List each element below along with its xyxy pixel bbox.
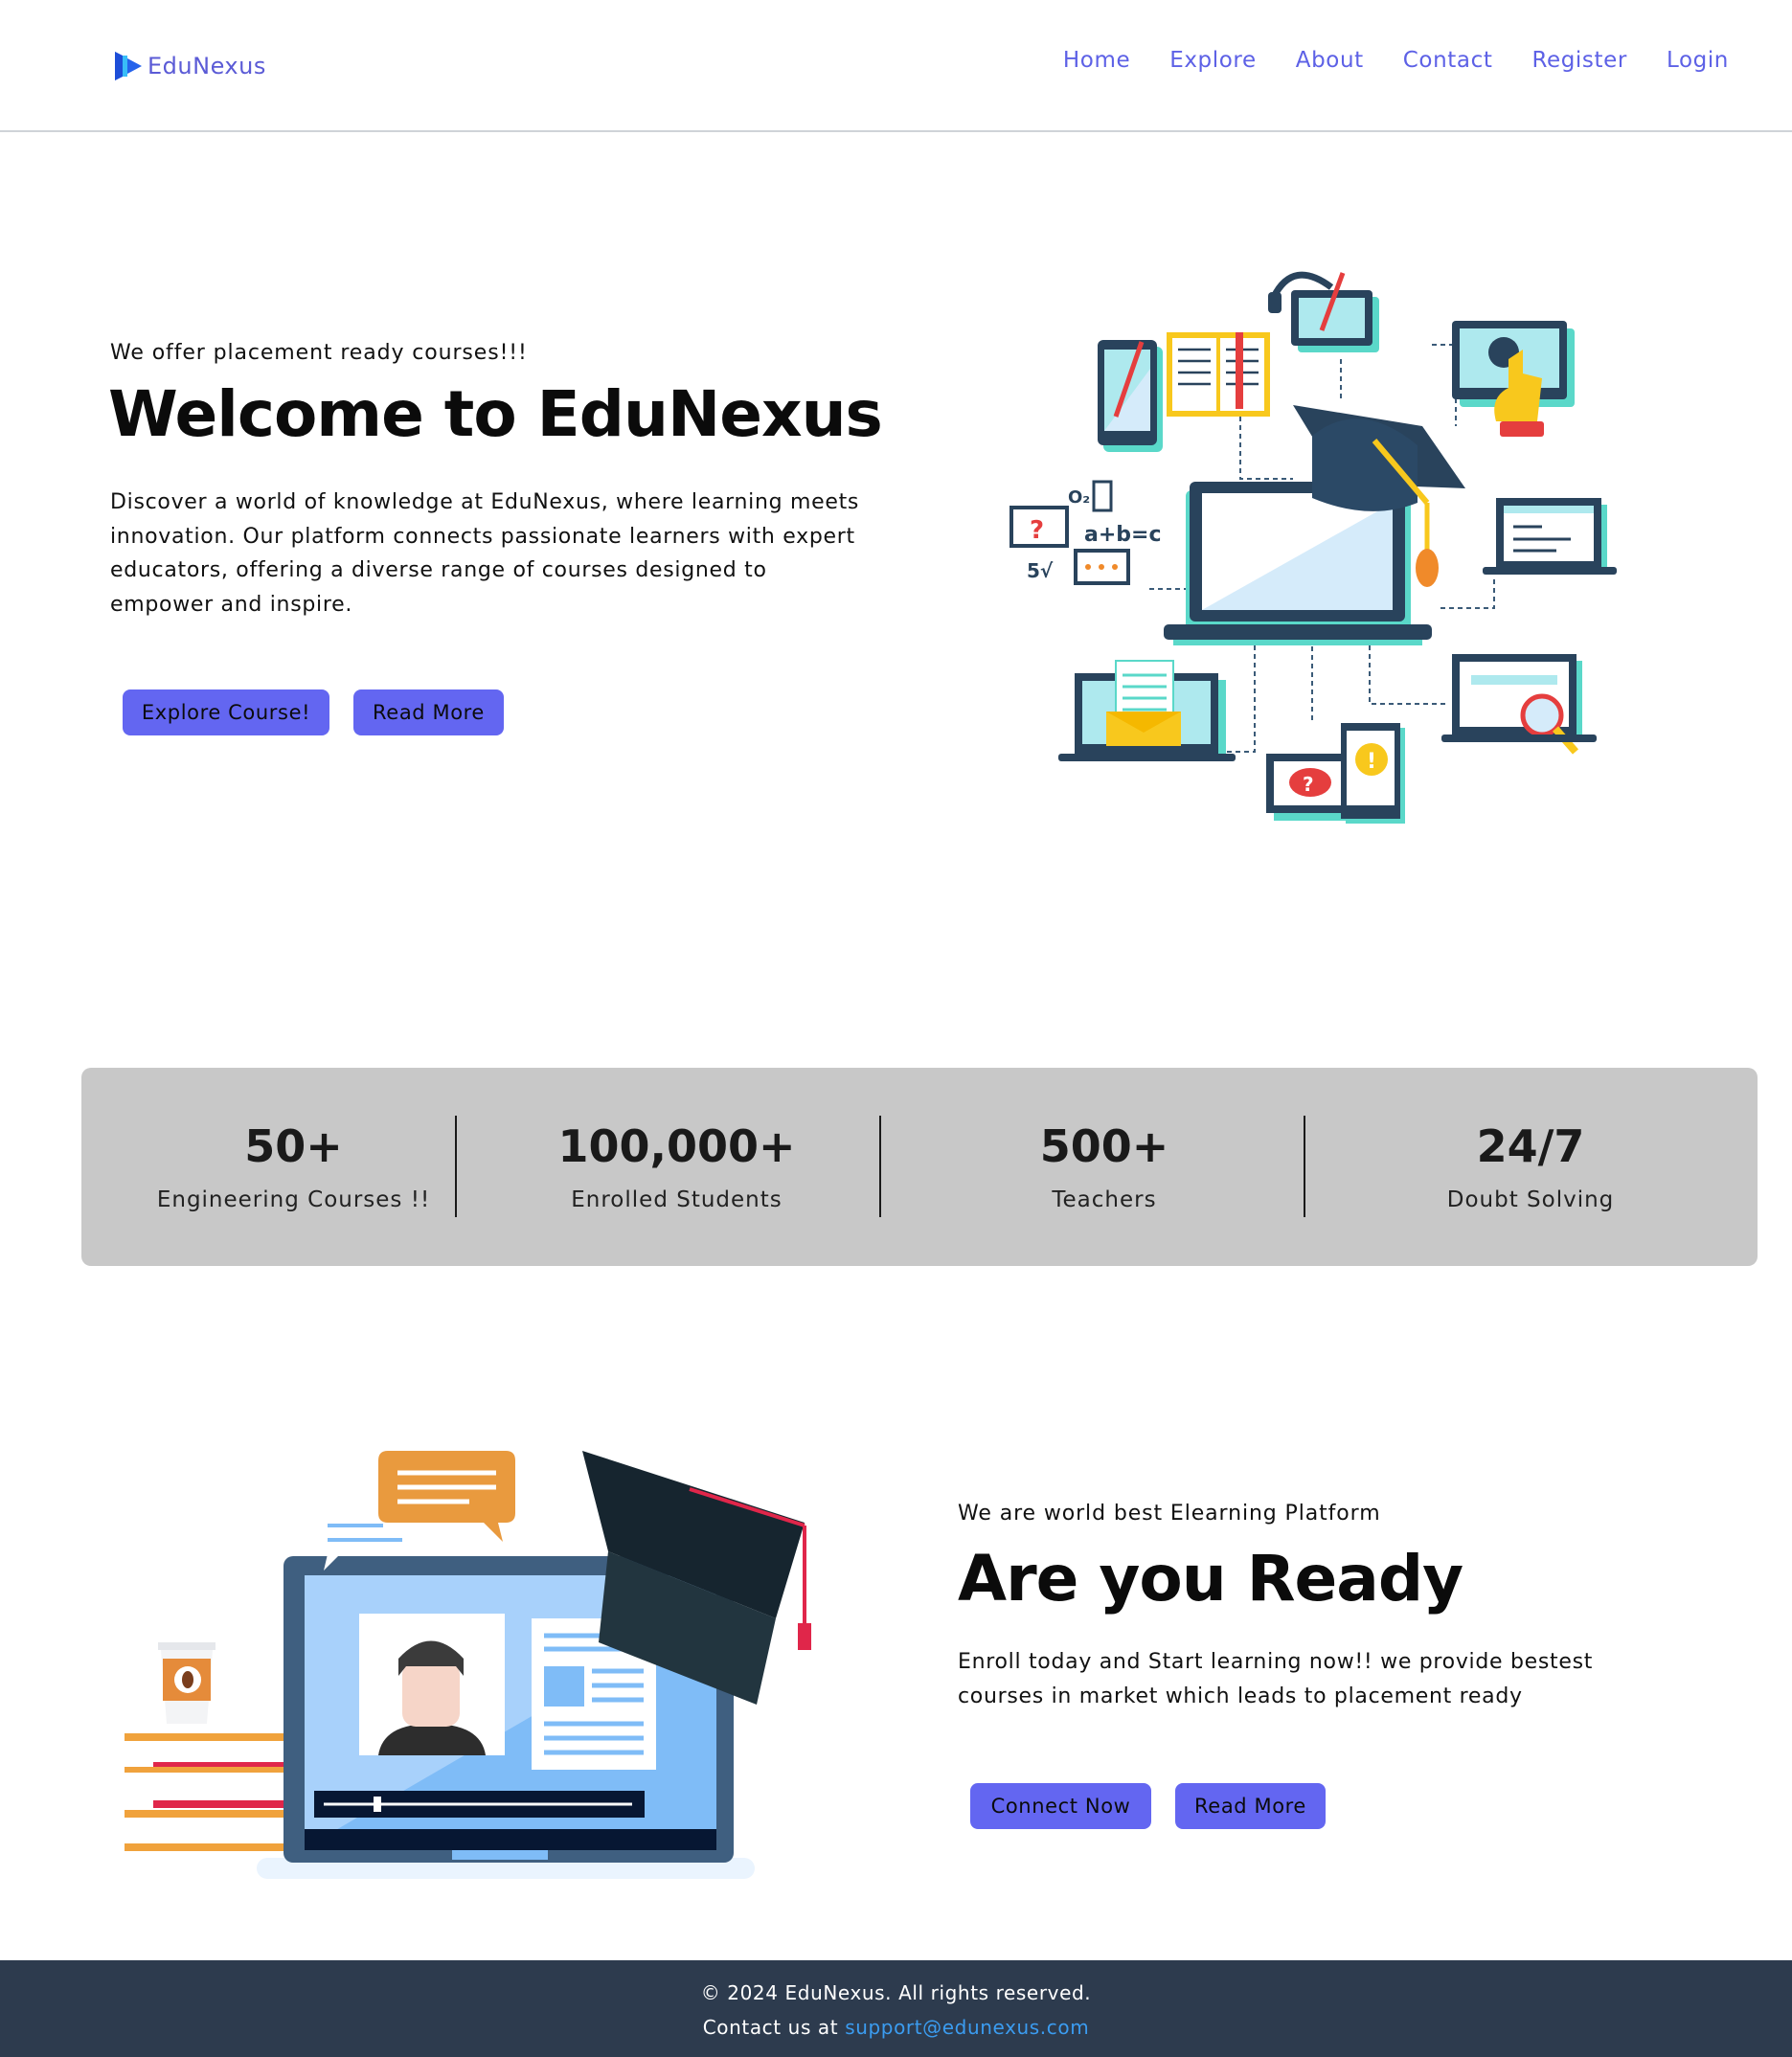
ready-read-more-button[interactable]: Read More (1175, 1783, 1326, 1829)
elearning-network-illustration: ? O₂ a+b=c 5√ ? ! (1009, 271, 1617, 824)
hero-tagline: We offer placement ready courses!!! (110, 341, 528, 365)
stat-doubt-solving: 24/7 Doubt Solving (1358, 1068, 1703, 1266)
stat-courses-value: 50+ (244, 1120, 343, 1172)
brand-logo[interactable]: EduNexus (113, 50, 266, 82)
stat-teachers-value: 500+ (1039, 1120, 1169, 1172)
footer-contact-line: Contact us at support@edunexus.com (0, 2016, 1792, 2039)
brand-name: EduNexus (147, 53, 266, 79)
stat-divider (879, 1116, 881, 1217)
ready-tagline: We are world best Elearning Platform (958, 1502, 1381, 1526)
stat-students-label: Enrolled Students (571, 1187, 783, 1212)
hero-title: Welcome to EduNexus (108, 377, 883, 451)
hero-description: Discover a world of knowledge at EduNexu… (110, 490, 860, 617)
svg-text:O₂: O₂ (1068, 487, 1090, 508)
online-class-laptop-illustration (125, 1451, 811, 1879)
nav-contact-link[interactable]: Contact (1403, 48, 1493, 73)
nav-about-link[interactable]: About (1296, 48, 1364, 73)
stats-panel: 50+ Engineering Courses !! 100,000+ Enro… (81, 1068, 1758, 1266)
svg-text:a+b=c: a+b=c (1084, 523, 1162, 547)
ready-description: Enroll today and Start learning now!! we… (958, 1650, 1594, 1708)
play-book-icon (115, 52, 142, 80)
hero-read-more-button[interactable]: Read More (353, 689, 504, 735)
stat-students: 100,000+ Enrolled Students (506, 1068, 848, 1266)
explore-course-button[interactable]: Explore Course! (123, 689, 329, 735)
svg-text:5√: 5√ (1027, 559, 1054, 582)
footer: © 2024 EduNexus. All rights reserved. Co… (0, 1960, 1792, 2057)
stat-teachers-label: Teachers (1052, 1187, 1157, 1212)
footer-copyright: © 2024 EduNexus. All rights reserved. (700, 1981, 1092, 2004)
stat-divider (455, 1116, 457, 1217)
svg-text:?: ? (1030, 516, 1044, 545)
stat-courses-label: Engineering Courses !! (156, 1187, 431, 1212)
svg-text:?: ? (1303, 773, 1314, 796)
stat-courses: 50+ Engineering Courses !! (81, 1068, 506, 1266)
ready-title: Are you Ready (958, 1542, 1463, 1616)
stat-doubt-label: Doubt Solving (1446, 1187, 1615, 1212)
connect-now-button[interactable]: Connect Now (970, 1783, 1151, 1829)
svg-text:!: ! (1367, 750, 1376, 774)
navbar: EduNexus Home Explore About Contact Regi… (0, 0, 1792, 132)
stat-divider (1304, 1116, 1305, 1217)
stat-students-value: 100,000+ (557, 1120, 796, 1172)
nav-explore-link[interactable]: Explore (1169, 48, 1257, 73)
nav-links: Home Explore About Contact Register Logi… (1063, 48, 1729, 73)
stat-doubt-value: 24/7 (1476, 1120, 1585, 1172)
footer-email-link[interactable]: support@edunexus.com (845, 2016, 1089, 2039)
nav-login-link[interactable]: Login (1667, 48, 1729, 73)
nav-home-link[interactable]: Home (1063, 48, 1130, 73)
stat-teachers: 500+ Teachers (932, 1068, 1277, 1266)
footer-contact-prefix: Contact us at (702, 2016, 846, 2039)
nav-register-link[interactable]: Register (1531, 48, 1627, 73)
